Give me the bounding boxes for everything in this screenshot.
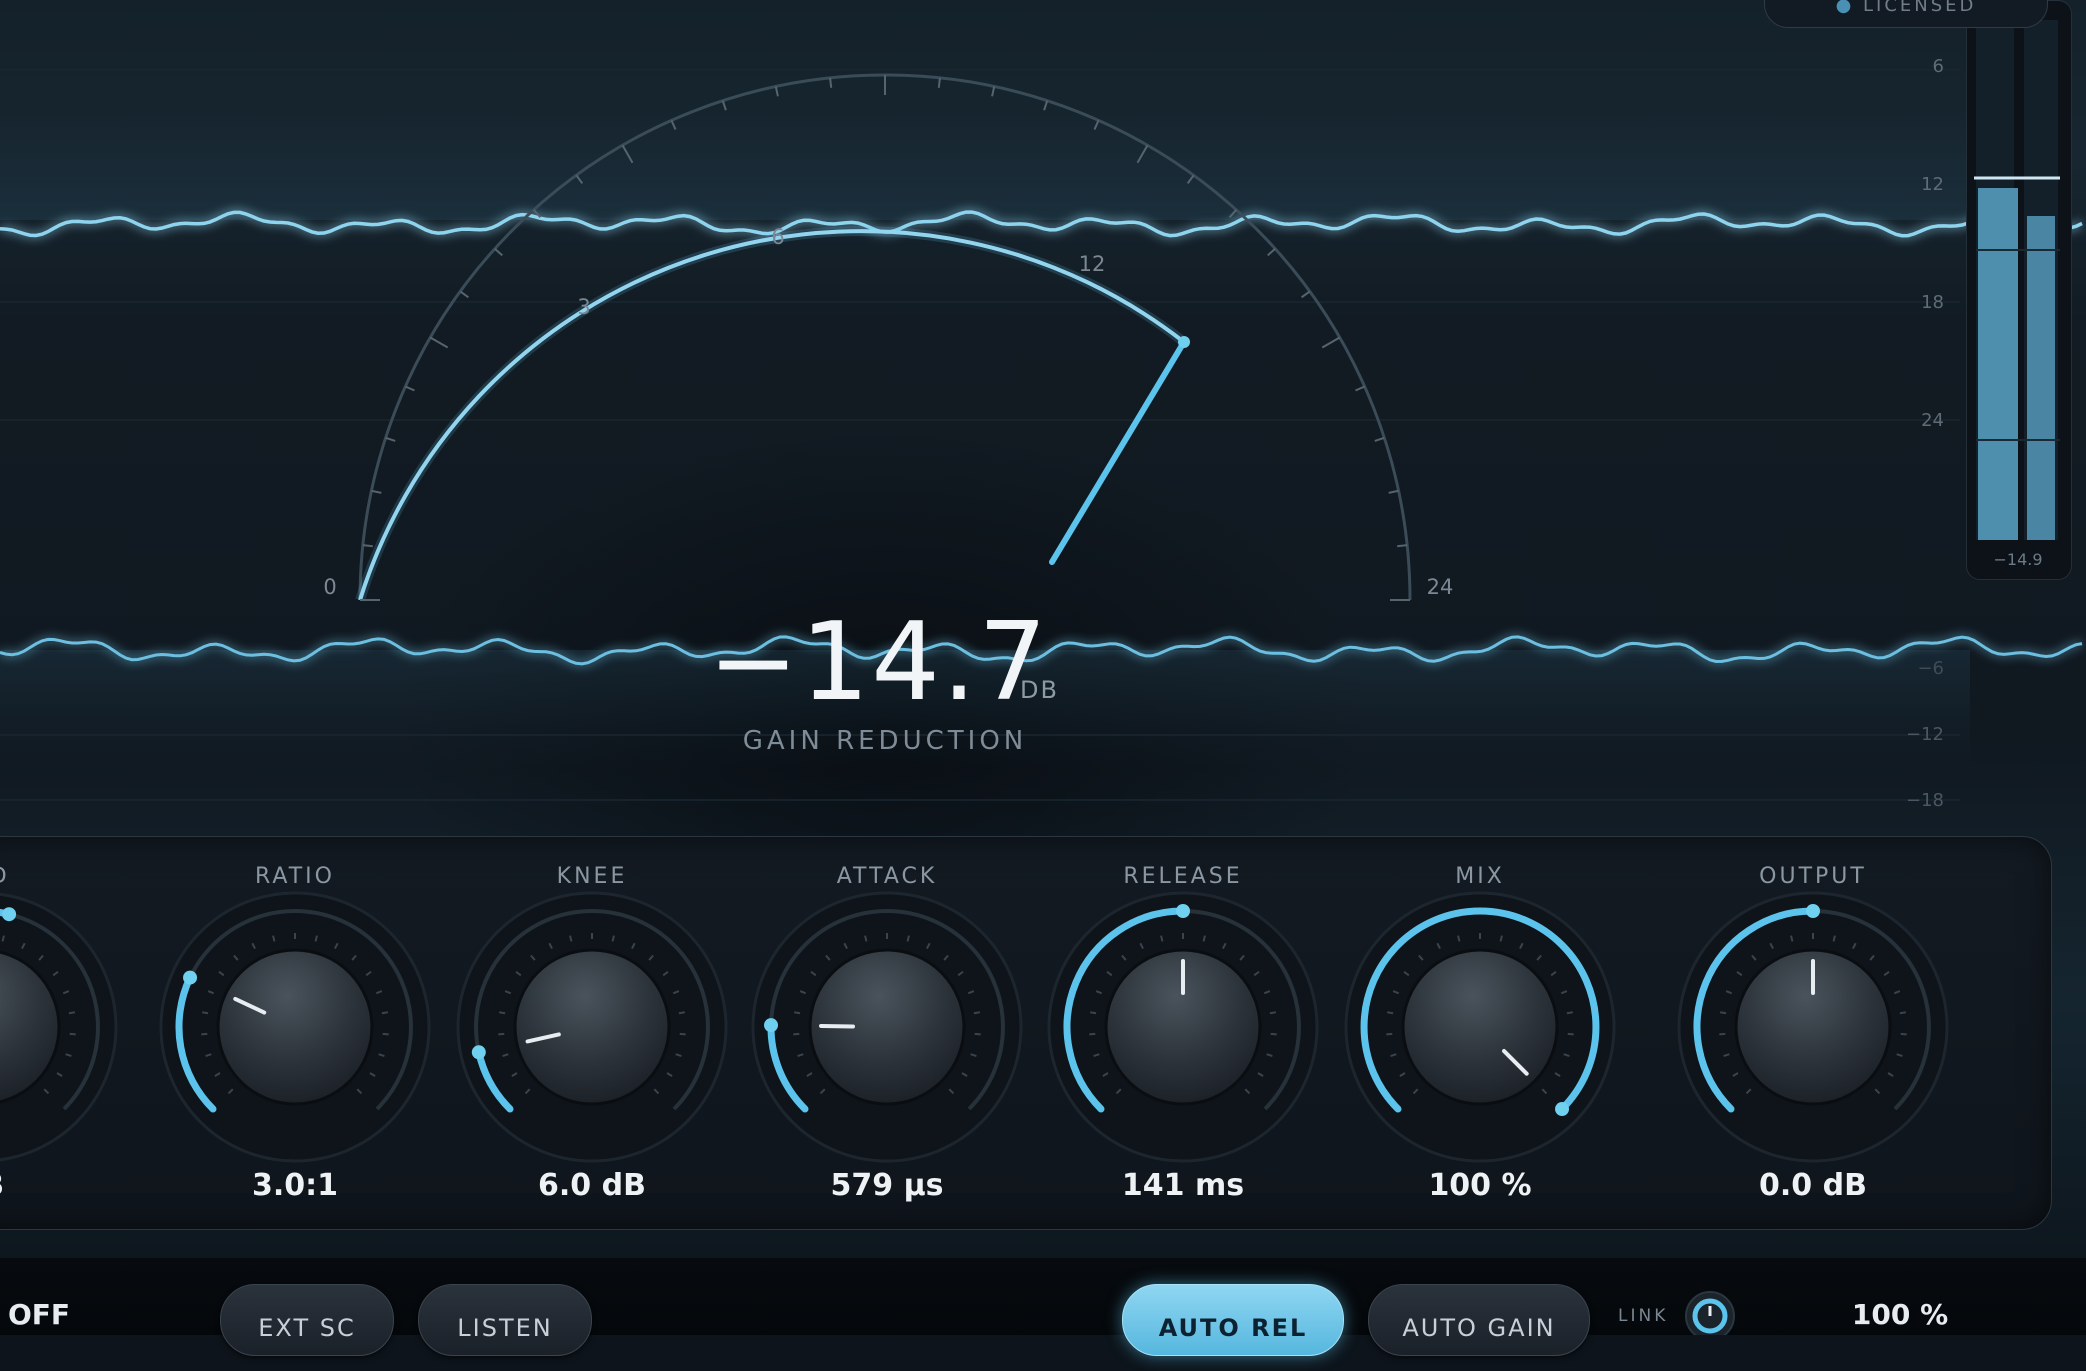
link-value[interactable]: 100 % (1820, 1298, 1980, 1331)
link-knob[interactable] (0, 0, 2086, 1335)
plugin-window: 0 3 6 12 24 −14.7 DB GAIN REDUCTION −14.… (0, 0, 2086, 1335)
